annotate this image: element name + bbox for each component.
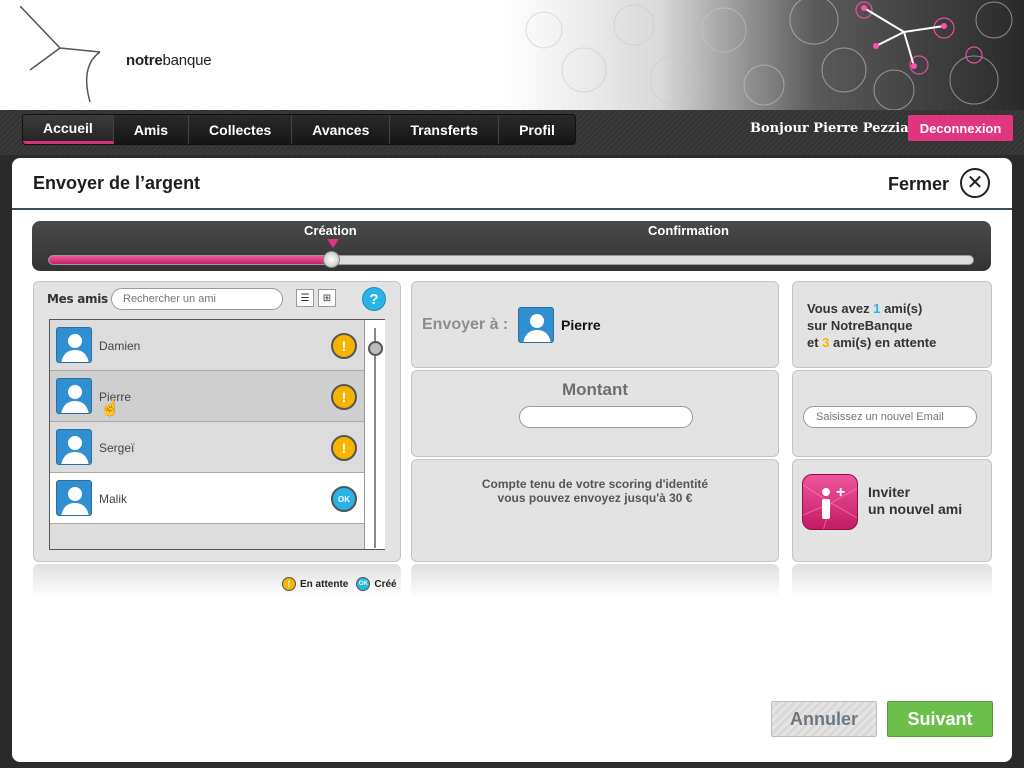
- nav-item-collectes[interactable]: Collectes: [189, 115, 293, 144]
- svg-text:+: +: [836, 484, 845, 501]
- progress-stepper: Création Confirmation: [32, 221, 991, 271]
- friends-info-panel: Vous avez 1 ami(s) sur NotreBanque et 3 …: [792, 281, 992, 368]
- nav-item-avances[interactable]: Avances: [292, 115, 391, 144]
- step-creation: Création: [304, 223, 357, 238]
- avatar: [56, 378, 92, 414]
- email-panel: [792, 370, 992, 457]
- next-button[interactable]: Suivant: [887, 701, 993, 737]
- new-email-input[interactable]: [803, 406, 977, 428]
- current-step-marker-icon: [327, 239, 339, 248]
- pending-status-icon: !: [331, 384, 357, 410]
- send-to-label: Envoyer à :: [422, 316, 509, 333]
- ok-legend-icon: OK: [356, 577, 371, 591]
- logo[interactable]: notrebanque: [19, 5, 220, 106]
- avatar: [56, 480, 92, 516]
- panel-reflection: [792, 564, 992, 598]
- avatar: [56, 327, 92, 363]
- main-nav: Accueil Amis Collectes Avances Transfert…: [22, 114, 576, 145]
- friend-name: Malik: [99, 492, 128, 506]
- header-decoration: [504, 0, 1024, 110]
- grid-view-icon[interactable]: ⊞: [318, 289, 336, 307]
- send-money-modal: Envoyer de l’argent Fermer ✕ Création Co…: [12, 158, 1012, 762]
- friends-panel: Mes amis ☰ ⊞ ? Damien ! Pierre !: [33, 281, 401, 562]
- close-label[interactable]: Fermer: [888, 174, 949, 195]
- scoring-line-2: vous pouvez envoyez jusqu'à 30 €: [497, 491, 693, 505]
- friend-name: Damien: [99, 339, 141, 353]
- summary-line-2: sur NotreBanque: [807, 318, 913, 333]
- progress-track: [48, 255, 974, 265]
- nav-item-accueil[interactable]: Accueil: [23, 115, 114, 144]
- panel-reflection: [411, 564, 779, 598]
- friend-search-input[interactable]: [111, 288, 283, 310]
- user-greeting: Bonjour Pierre Pezziardi: [750, 121, 930, 136]
- ok-status-icon: OK: [331, 486, 357, 512]
- recipient-panel: Envoyer à : Pierre: [411, 281, 779, 368]
- recipient-name: Pierre: [561, 317, 601, 333]
- help-icon[interactable]: ?: [362, 287, 386, 311]
- pending-status-icon: !: [331, 435, 357, 461]
- logo-text: notrebanque: [126, 52, 212, 69]
- hand-cursor-icon: ☝: [100, 400, 120, 417]
- logout-button[interactable]: Deconnexion: [908, 115, 1013, 141]
- modal-title: Envoyer de l’argent: [33, 173, 201, 193]
- friend-name: Sergeï: [99, 441, 135, 455]
- pending-legend-icon: !: [282, 577, 296, 591]
- amount-input[interactable]: [519, 406, 693, 428]
- scoring-notice: Compte tenu de votre scoring d'identité …: [412, 477, 778, 505]
- scoring-panel: Compte tenu de votre scoring d'identité …: [411, 459, 779, 562]
- list-view-icon[interactable]: ☰: [296, 289, 314, 307]
- legend-created: Créé: [374, 578, 397, 590]
- progress-fill: [49, 256, 336, 264]
- status-legend: ! En attente OK Créé: [282, 577, 397, 591]
- summary-line-3: et 3 ami(s) en attente: [807, 335, 937, 350]
- nav-item-transferts[interactable]: Transferts: [390, 115, 500, 144]
- pending-status-icon: !: [331, 333, 357, 359]
- nav-bar: Accueil Amis Collectes Avances Transfert…: [0, 110, 1024, 155]
- site-header: notrebanque: [0, 0, 1024, 110]
- close-icon[interactable]: ✕: [960, 168, 990, 198]
- progress-thumb[interactable]: [323, 251, 340, 268]
- friend-row-damien[interactable]: Damien !: [50, 320, 364, 371]
- step-confirmation: Confirmation: [648, 223, 729, 238]
- friend-row-pierre[interactable]: Pierre !: [50, 371, 364, 422]
- invite-panel[interactable]: + Inviter un nouvel ami: [792, 459, 992, 562]
- legend-pending: En attente: [300, 578, 349, 590]
- friend-row-malik[interactable]: Malik OK: [50, 473, 364, 524]
- scoring-line-1: Compte tenu de votre scoring d'identité: [481, 477, 709, 491]
- friends-title: Mes amis: [47, 292, 108, 306]
- friends-scrollbar[interactable]: [364, 320, 385, 549]
- amount-panel: Montant: [411, 370, 779, 457]
- nav-item-profil[interactable]: Profil: [499, 115, 575, 144]
- friends-summary: Vous avez 1 ami(s) sur NotreBanque et 3 …: [807, 300, 936, 351]
- invite-text[interactable]: Inviter un nouvel ami: [868, 484, 962, 518]
- friends-list: Damien ! Pierre ! Sergeï ! Malik OK: [49, 319, 385, 550]
- recipient-avatar: [518, 307, 554, 343]
- scroll-thumb[interactable]: [368, 341, 383, 356]
- avatar: [56, 429, 92, 465]
- friend-row-sergei[interactable]: Sergeï !: [50, 422, 364, 473]
- cancel-button[interactable]: Annuler: [771, 701, 877, 737]
- nav-item-amis[interactable]: Amis: [113, 115, 190, 144]
- invite-friend-icon[interactable]: +: [802, 474, 858, 530]
- amount-label: Montant: [561, 380, 629, 399]
- scroll-track: [374, 328, 376, 548]
- summary-line-1: Vous avez 1 ami(s): [807, 301, 923, 316]
- modal-divider: [12, 208, 1012, 210]
